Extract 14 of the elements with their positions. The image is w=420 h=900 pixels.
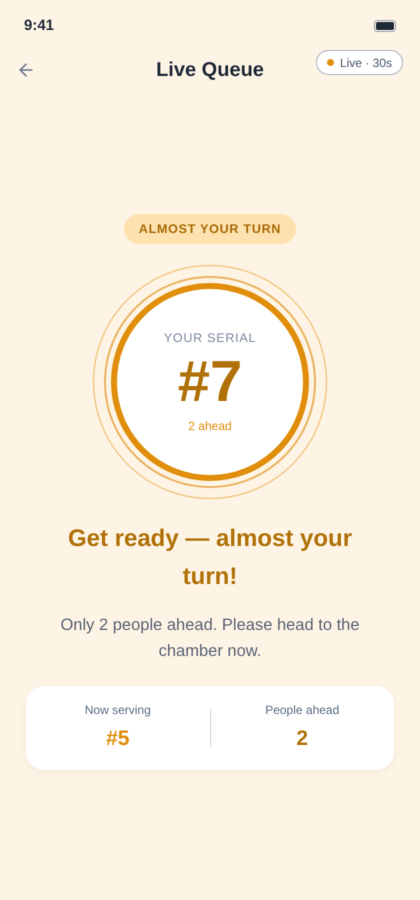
status-badge: ALMOST YOUR TURN bbox=[124, 214, 296, 244]
stat-label: Now serving bbox=[84, 702, 151, 720]
battery-icon bbox=[374, 20, 396, 32]
stat-value: #5 bbox=[106, 726, 130, 752]
serial-caption: YOUR SERIAL bbox=[164, 330, 256, 347]
stat-value: 2 bbox=[296, 726, 308, 752]
message: Only 2 people ahead. Please head to the chamber now. bbox=[59, 615, 361, 662]
ahead-count: 2 ahead bbox=[188, 418, 232, 436]
status-time: 9:41 bbox=[24, 16, 54, 36]
serial-number: #7 bbox=[178, 348, 242, 416]
headline: Get ready — almost your turn! bbox=[66, 524, 354, 592]
live-label: Live · 30s bbox=[340, 54, 392, 72]
page-title: Live Queue bbox=[156, 58, 264, 83]
stat-label: People ahead bbox=[265, 702, 340, 720]
